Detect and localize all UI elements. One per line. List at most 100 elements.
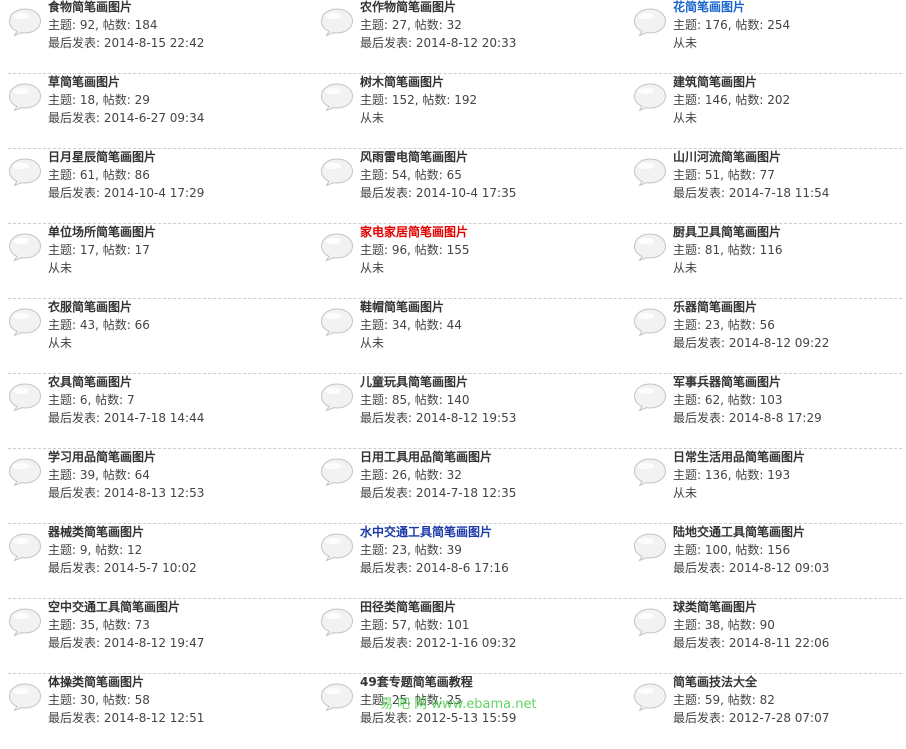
- forum-stats: 主题: 51, 帖数: 77: [673, 168, 775, 182]
- forum-stats: 主题: 26, 帖数: 32: [360, 468, 462, 482]
- forum-last-post: 最后发表: 2014-8-11 22:06: [673, 636, 830, 650]
- forum-title-link[interactable]: 学习用品简笔画图片: [48, 449, 156, 465]
- forum-title-link[interactable]: 水中交通工具简笔画图片: [360, 524, 492, 540]
- speech-bubble-icon: [8, 307, 42, 337]
- speech-bubble-icon: [320, 82, 354, 112]
- forum-title-link[interactable]: 草简笔画图片: [48, 74, 120, 90]
- forum-title-link[interactable]: 日用工具用品简笔画图片: [360, 449, 492, 465]
- forum-item: 学习用品简笔画图片 主题: 39, 帖数: 64 最后发表: 2014-8-13 1…: [8, 449, 308, 524]
- forum-item: 农具简笔画图片 主题: 6, 帖数: 7 最后发表: 2014-7-18 14:44: [8, 374, 308, 449]
- forum-title-link[interactable]: 球类简笔画图片: [673, 599, 757, 615]
- forum-title-link[interactable]: 食物简笔画图片: [48, 0, 132, 15]
- speech-bubble-icon: [320, 7, 354, 37]
- forum-item: 儿童玩具简笔画图片 主题: 85, 帖数: 140 最后发表: 2014-8-12 …: [320, 374, 620, 449]
- forum-title-link[interactable]: 田径类简笔画图片: [360, 599, 456, 615]
- forum-stats: 主题: 54, 帖数: 65: [360, 168, 462, 182]
- speech-bubble-icon: [633, 82, 667, 112]
- forum-stats: 主题: 35, 帖数: 73: [48, 618, 150, 632]
- forum-item: 日月星辰简笔画图片 主题: 61, 帖数: 86 最后发表: 2014-10-4 1…: [8, 149, 308, 224]
- forum-last-post: 从未: [48, 261, 73, 275]
- forum-title-link[interactable]: 花简笔画图片: [673, 0, 745, 15]
- speech-bubble-icon: [633, 307, 667, 337]
- forum-item: 风雨雷电简笔画图片 主题: 54, 帖数: 65 最后发表: 2014-10-4 1…: [320, 149, 620, 224]
- speech-bubble-icon: [633, 607, 667, 637]
- forum-stats: 主题: 100, 帖数: 156: [673, 543, 791, 557]
- forum-title-link[interactable]: 衣服简笔画图片: [48, 299, 132, 315]
- speech-bubble-icon: [320, 457, 354, 487]
- forum-title-link[interactable]: 建筑简笔画图片: [673, 74, 757, 90]
- forum-last-post: 从未: [360, 261, 385, 275]
- speech-bubble-icon: [633, 232, 667, 262]
- forum-item: 草简笔画图片主题: 18, 帖数: 29 最后发表: 2014-6-27 09:3…: [8, 74, 308, 149]
- forum-title-link[interactable]: 体操类简笔画图片: [48, 674, 144, 690]
- forum-title-link[interactable]: 儿童玩具简笔画图片: [360, 374, 468, 390]
- forum-last-post: 最后发表: 2014-8-12 09:22: [673, 336, 830, 350]
- forum-title-link[interactable]: 日月星辰简笔画图片: [48, 149, 156, 165]
- forum-title-link[interactable]: 空中交通工具简笔画图片: [48, 599, 180, 615]
- forum-stats: 主题: 17, 帖数: 17: [48, 243, 150, 257]
- forum-last-post: 最后发表: 2014-6-27 09:34: [48, 111, 205, 125]
- forum-last-post: 最后发表: 2014-8-6 17:16: [360, 561, 509, 575]
- speech-bubble-icon: [320, 532, 354, 562]
- forum-last-post: 从未: [673, 36, 698, 50]
- forum-item: 球类简笔画图片主题: 38, 帖数: 90 最后发表: 2014-8-11 22:…: [633, 599, 906, 674]
- speech-bubble-icon: [8, 82, 42, 112]
- forum-title-link[interactable]: 山川河流简笔画图片: [673, 149, 781, 165]
- forum-last-post: 最后发表: 2014-8-13 12:53: [48, 486, 205, 500]
- forum-title-link[interactable]: 鞋帽简笔画图片: [360, 299, 444, 315]
- speech-bubble-icon: [8, 157, 42, 187]
- forum-last-post: 从未: [673, 486, 698, 500]
- forum-title-link[interactable]: 军事兵器简笔画图片: [673, 374, 781, 390]
- forum-title-link[interactable]: 厨具卫具简笔画图片: [673, 224, 781, 240]
- forum-title-link[interactable]: 单位场所简笔画图片: [48, 224, 156, 240]
- watermark: 易 吧 网 www.ebama.net: [380, 697, 537, 712]
- forum-title-link[interactable]: 家电家居简笔画图片: [360, 224, 468, 240]
- forum-item: 日常生活用品简笔画图片 主题: 136, 帖数: 193 从未: [633, 449, 906, 524]
- forum-last-post: 最后发表: 2014-7-18 11:54: [673, 186, 830, 200]
- speech-bubble-icon: [8, 607, 42, 637]
- forum-last-post: 最后发表: 2014-8-12 19:47: [48, 636, 205, 650]
- forum-row: 空中交通工具简笔画图片 主题: 35, 帖数: 73 最后发表: 2014-8-12…: [0, 599, 906, 674]
- forum-title-link[interactable]: 49套专题简笔画教程: [360, 674, 473, 690]
- forum-title-link[interactable]: 简笔画技法大全: [673, 674, 757, 690]
- forum-title-link[interactable]: 农作物简笔画图片: [360, 0, 456, 15]
- speech-bubble-icon: [633, 7, 667, 37]
- forum-title-link[interactable]: 乐器简笔画图片: [673, 299, 757, 315]
- forum-last-post: 从未: [360, 111, 385, 125]
- forum-title-link[interactable]: 风雨雷电简笔画图片: [360, 149, 468, 165]
- forum-last-post: 最后发表: 2014-5-7 10:02: [48, 561, 197, 575]
- forum-stats: 主题: 81, 帖数: 116: [673, 243, 783, 257]
- forum-stats: 主题: 18, 帖数: 29: [48, 93, 150, 107]
- forum-item: 简笔画技法大全 主题: 59, 帖数: 82 最后发表: 2012-7-28 07:…: [633, 674, 906, 749]
- forum-title-link[interactable]: 陆地交通工具简笔画图片: [673, 524, 805, 540]
- speech-bubble-icon: [8, 7, 42, 37]
- speech-bubble-icon: [320, 382, 354, 412]
- forum-last-post: 最后发表: 2014-8-12 12:51: [48, 711, 205, 725]
- forum-row: 日月星辰简笔画图片 主题: 61, 帖数: 86 最后发表: 2014-10-4 1…: [0, 149, 906, 224]
- speech-bubble-icon: [320, 607, 354, 637]
- forum-stats: 主题: 38, 帖数: 90: [673, 618, 775, 632]
- forum-last-post: 最后发表: 2014-8-12 20:33: [360, 36, 517, 50]
- forum-item: 建筑简笔画图片 主题: 146, 帖数: 202 从未: [633, 74, 906, 149]
- forum-title-link[interactable]: 树木简笔画图片: [360, 74, 444, 90]
- forum-stats: 主题: 176, 帖数: 254: [673, 18, 791, 32]
- forum-last-post: 最后发表: 2014-7-18 12:35: [360, 486, 517, 500]
- forum-item: 家电家居简笔画图片 主题: 96, 帖数: 155 从未: [320, 224, 620, 299]
- speech-bubble-icon: [8, 382, 42, 412]
- forum-item: 花简笔画图片主题: 176, 帖数: 254 从未: [633, 0, 906, 74]
- forum-stats: 主题: 96, 帖数: 155: [360, 243, 470, 257]
- speech-bubble-icon: [8, 457, 42, 487]
- forum-row: 农具简笔画图片 主题: 6, 帖数: 7 最后发表: 2014-7-18 14:44…: [0, 374, 906, 449]
- speech-bubble-icon: [8, 532, 42, 562]
- forum-stats: 主题: 6, 帖数: 7: [48, 393, 135, 407]
- forum-stats: 主题: 9, 帖数: 12: [48, 543, 143, 557]
- forum-item: 食物简笔画图片 主题: 92, 帖数: 184 最后发表: 2014-8-15 22…: [8, 0, 308, 74]
- speech-bubble-icon: [320, 682, 354, 712]
- forum-title-link[interactable]: 日常生活用品简笔画图片: [673, 449, 805, 465]
- speech-bubble-icon: [320, 232, 354, 262]
- forum-title-link[interactable]: 器械类简笔画图片: [48, 524, 144, 540]
- forum-item: 器械类简笔画图片 主题: 9, 帖数: 12 最后发表: 2014-5-7 10:0…: [8, 524, 308, 599]
- forum-stats: 主题: 27, 帖数: 32: [360, 18, 462, 32]
- forum-last-post: 最后发表: 2014-8-8 17:29: [673, 411, 822, 425]
- forum-title-link[interactable]: 农具简笔画图片: [48, 374, 132, 390]
